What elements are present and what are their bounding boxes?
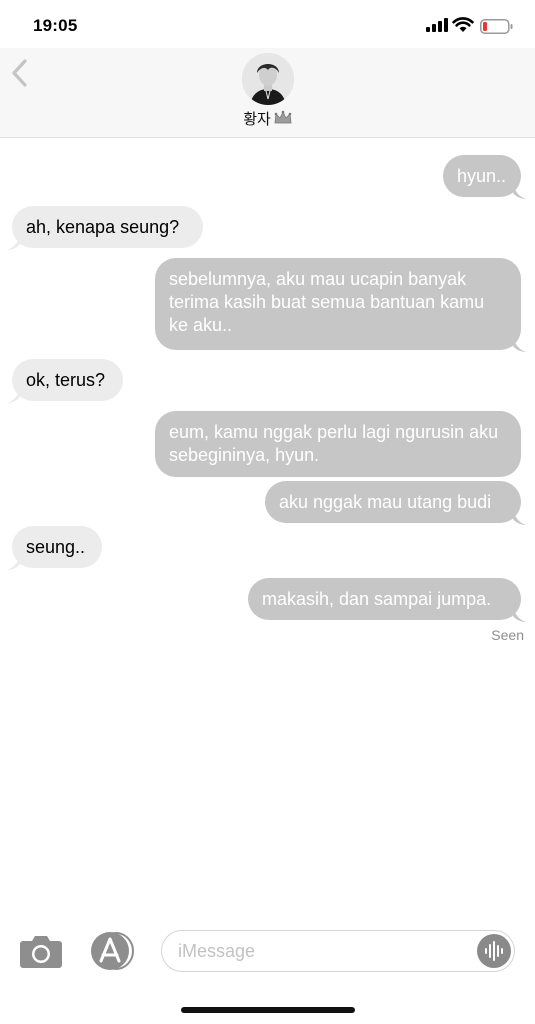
bubble-tail xyxy=(513,336,527,352)
chevron-left-icon[interactable] xyxy=(10,58,30,88)
message-bubble-sent[interactable]: sebelumnya, aku mau ucapin banyak terima… xyxy=(155,258,527,352)
avatar[interactable] xyxy=(242,53,294,105)
bubble-tail xyxy=(513,606,527,622)
wifi-icon xyxy=(452,17,474,32)
message-bubble-received[interactable]: ah, kenapa seung? xyxy=(6,206,203,250)
status-bar: 19:05 xyxy=(0,0,535,48)
message-input[interactable] xyxy=(178,939,468,963)
message-text: hyun.. xyxy=(457,166,507,186)
message-text: eum, kamu nggak perlu lagi ngurusin aku … xyxy=(169,422,499,465)
status-time: 19:05 xyxy=(33,16,78,35)
waveform-icon xyxy=(485,941,503,961)
bubble-tail xyxy=(6,387,20,403)
contact-name-text: 황자 xyxy=(243,111,271,128)
bubble-tail xyxy=(6,554,20,570)
message-bubble-sent[interactable]: eum, kamu nggak perlu lagi ngurusin aku … xyxy=(155,411,521,477)
message-bubble-sent[interactable]: aku nggak mau utang budi xyxy=(265,481,527,525)
bubble-tail xyxy=(513,509,527,525)
message-bubble-sent[interactable]: hyun.. xyxy=(443,155,527,199)
audio-message-button[interactable] xyxy=(477,934,511,968)
battery-icon xyxy=(480,19,513,34)
crown-icon xyxy=(274,110,292,124)
message-text: seung.. xyxy=(26,537,86,557)
home-indicator[interactable] xyxy=(181,1007,355,1013)
signal-icon xyxy=(426,18,448,32)
message-bubble-sent[interactable]: makasih, dan sampai jumpa. xyxy=(248,578,527,622)
message-bubble-received[interactable]: ok, terus? xyxy=(6,359,123,403)
message-text: ah, kenapa seung? xyxy=(26,217,180,237)
app-store-icon[interactable] xyxy=(89,930,135,972)
conversation-header: 황자 xyxy=(0,48,535,138)
camera-icon[interactable] xyxy=(19,933,63,969)
message-text: sebelumnya, aku mau ucapin banyak terima… xyxy=(169,269,485,335)
message-text: makasih, dan sampai jumpa. xyxy=(262,589,492,609)
message-text: aku nggak mau utang budi xyxy=(279,492,492,512)
contact-name[interactable]: 황자 xyxy=(0,108,535,129)
message-text: ok, terus? xyxy=(26,370,106,390)
message-bubble-received[interactable]: seung.. xyxy=(6,526,102,570)
message-compose[interactable] xyxy=(161,930,515,972)
bubble-tail xyxy=(513,183,527,199)
read-receipt: Seen xyxy=(491,627,524,643)
bubble-tail xyxy=(6,234,20,250)
